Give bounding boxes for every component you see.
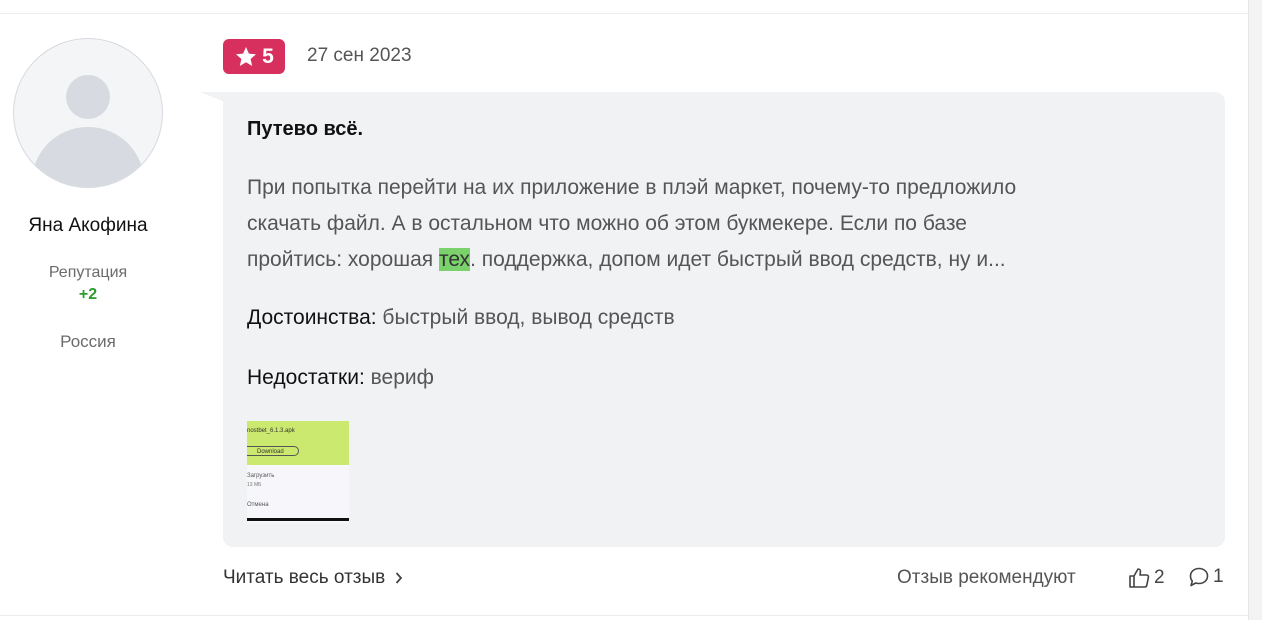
bottom-divider (0, 615, 1248, 616)
read-more-label: Читать весь отзыв (223, 567, 386, 588)
thumbs-up-icon (1129, 568, 1150, 588)
thumbnail-download-chip: Download (247, 446, 299, 456)
comments-button[interactable]: 1 (1188, 566, 1224, 588)
comments-count: 1 (1213, 566, 1224, 587)
review-pros: Достоинства: быстрый ввод, вывод средств (247, 306, 675, 330)
review-text[interactable]: При попытка перейти на их приложение в п… (247, 170, 1197, 278)
thumbnail-text: 13 МБ (247, 482, 262, 488)
top-divider (0, 13, 1248, 14)
avatar-head-shape (66, 75, 110, 119)
review-cons: Недостатки: вериф (247, 366, 434, 390)
highlighted-word: тех (438, 248, 471, 271)
read-full-review-link[interactable]: Читать весь отзыв (223, 567, 403, 589)
thumbnail-file-name: nostbet_6.1.3.apk (247, 428, 295, 434)
pros-value: быстрый ввод, вывод средств (376, 306, 675, 329)
review-date: 27 сен 2023 (307, 45, 412, 66)
thumbnail-text: Загрузить (247, 473, 275, 479)
avatar-body-shape (32, 127, 144, 187)
rating-value: 5 (262, 44, 274, 68)
comment-icon (1189, 567, 1209, 587)
scrollbar[interactable] (1248, 0, 1262, 620)
review-text-line: пройтись: хорошая тех. поддержка, допом … (247, 248, 1006, 271)
user-country: Россия (60, 332, 116, 351)
review-title[interactable]: Путево всё. (247, 118, 363, 141)
pros-label: Достоинства: (247, 306, 377, 329)
review-text-line: При попытка перейти на их приложение в п… (247, 176, 1017, 199)
cons-value: вериф (364, 366, 434, 389)
avatar[interactable] (13, 38, 163, 188)
star-icon (236, 46, 257, 66)
rating-badge: 5 (223, 39, 285, 74)
user-name[interactable]: Яна Акофина (0, 215, 176, 237)
chevron-right-icon (396, 572, 403, 584)
review-text-fragment: . поддержка, допом идет быстрый ввод сре… (470, 248, 1006, 271)
review-text-line: скачать файл. А в остальном что можно об… (247, 212, 967, 235)
likes-count: 2 (1154, 567, 1165, 588)
review-photo-thumbnail[interactable]: nostbet_6.1.3.apk Download Загрузить 13 … (247, 421, 349, 523)
like-button[interactable]: 2 (1127, 566, 1165, 590)
review-text-fragment: пройтись: хорошая (247, 248, 439, 271)
reputation-value: +2 (78, 286, 98, 303)
cons-label: Недостатки: (247, 366, 365, 389)
reputation-label: Репутация (48, 264, 128, 281)
recommend-label: Отзыв рекомендуют (897, 567, 1076, 588)
thumbnail-text: Отмена (247, 502, 269, 508)
thumbnail-bar (247, 518, 349, 521)
